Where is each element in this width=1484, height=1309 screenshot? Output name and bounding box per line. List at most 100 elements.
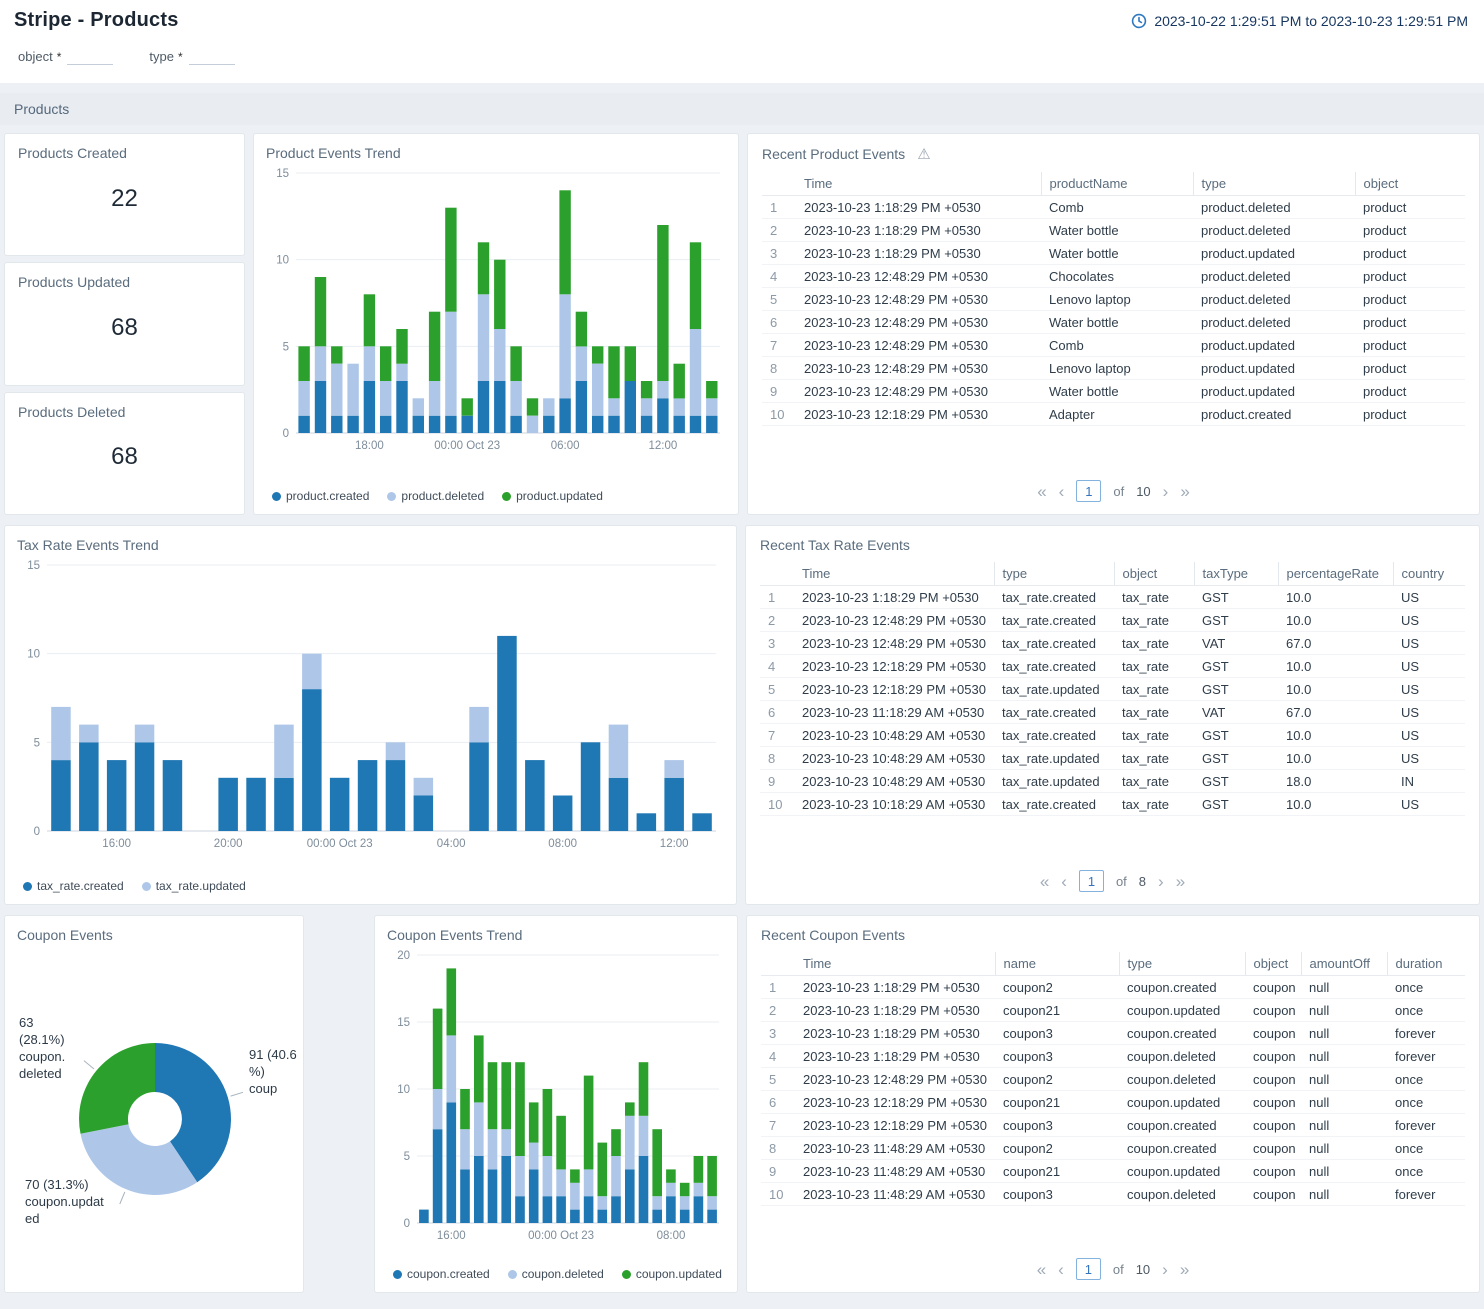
first-page-button[interactable]: « <box>1037 1261 1046 1278</box>
panel-product-events-trend: Product Events Trend 05101518:0000:00 Oc… <box>253 133 739 515</box>
next-page-button[interactable]: › <box>1163 483 1169 500</box>
svg-text:00:00 Oct 23: 00:00 Oct 23 <box>434 440 500 452</box>
column-header[interactable]: amountOff <box>1301 952 1387 976</box>
svg-text:04:00: 04:00 <box>437 838 466 850</box>
table-cell: Water bottle <box>1041 311 1193 334</box>
table-cell: coupon21 <box>995 1091 1119 1114</box>
prev-page-button[interactable]: ‹ <box>1061 873 1067 890</box>
column-header[interactable]: Time <box>794 562 994 586</box>
first-page-button[interactable]: « <box>1037 483 1046 500</box>
tax-rate-events-trend-chart[interactable]: 05101516:0020:0000:00 Oct 2304:0008:0012… <box>17 557 724 877</box>
table-cell: null <box>1301 976 1387 999</box>
legend-item[interactable]: product.updated <box>502 489 603 503</box>
current-page[interactable]: 1 <box>1076 1258 1101 1280</box>
column-header[interactable]: duration <box>1387 952 1465 976</box>
table-cell: US <box>1393 678 1465 701</box>
table-row: 52023-10-23 12:48:29 PM +0530Lenovo lapt… <box>762 288 1465 311</box>
current-page[interactable]: 1 <box>1076 480 1101 502</box>
table-cell: coupon <box>1245 999 1301 1022</box>
filter-type-input[interactable] <box>189 48 235 65</box>
legend-dot-icon <box>142 882 151 891</box>
legend-item[interactable]: tax_rate.updated <box>142 879 246 893</box>
table-cell: US <box>1393 747 1465 770</box>
table-cell: coupon <box>1245 1022 1301 1045</box>
column-header[interactable]: taxType <box>1194 562 1278 586</box>
section-header-products[interactable]: Products <box>0 93 1484 125</box>
pagination: « ‹ 1 of 10 › » <box>762 472 1465 508</box>
table-row: 92023-10-23 10:48:29 AM +0530tax_rate.up… <box>760 770 1465 793</box>
prev-page-button[interactable]: ‹ <box>1058 1261 1064 1278</box>
legend-item[interactable]: coupon.updated <box>622 1267 722 1281</box>
next-page-button[interactable]: › <box>1158 873 1164 890</box>
filter-object-input[interactable] <box>67 48 113 65</box>
coupon-events-trend-chart[interactable]: 0510152016:0000:00 Oct 2308:00 <box>387 947 725 1265</box>
product-events-trend-chart[interactable]: 05101518:0000:00 Oct 2306:0012:00 <box>266 165 726 487</box>
table-row: 82023-10-23 11:48:29 AM +0530coupon2coup… <box>761 1137 1465 1160</box>
panel-title: Recent Coupon Events <box>761 927 905 943</box>
svg-text:16:00: 16:00 <box>102 838 131 850</box>
table-cell: 2023-10-23 12:48:29 PM +0530 <box>794 609 994 632</box>
last-page-button[interactable]: » <box>1180 1261 1189 1278</box>
table-cell: product <box>1355 219 1465 242</box>
table-cell: 10.0 <box>1278 678 1393 701</box>
first-page-button[interactable]: « <box>1040 873 1049 890</box>
legend-item[interactable]: product.deleted <box>387 489 484 503</box>
table-cell: 2023-10-23 12:48:29 PM +0530 <box>796 288 1041 311</box>
grid-spacer <box>312 915 366 1293</box>
table-row: 62023-10-23 12:18:29 PM +0530coupon21cou… <box>761 1091 1465 1114</box>
column-header[interactable]: type <box>1119 952 1245 976</box>
table-row: 62023-10-23 11:18:29 AM +0530tax_rate.cr… <box>760 701 1465 724</box>
stat-card-products-updated: Products Updated 68 <box>4 262 245 385</box>
column-header[interactable]: Time <box>796 172 1041 196</box>
column-header[interactable]: percentageRate <box>1278 562 1393 586</box>
legend-item[interactable]: coupon.deleted <box>508 1267 604 1281</box>
table-cell: product <box>1355 265 1465 288</box>
column-header[interactable]: type <box>1193 172 1355 196</box>
column-header[interactable]: productName <box>1041 172 1193 196</box>
app-header: Stripe - Products 2023-10-22 1:29:51 PM … <box>0 0 1484 83</box>
legend-dot-icon <box>272 492 281 501</box>
column-header[interactable]: name <box>995 952 1119 976</box>
last-page-button[interactable]: » <box>1176 873 1185 890</box>
table-cell: US <box>1393 724 1465 747</box>
table-cell: Lenovo laptop <box>1041 357 1193 380</box>
svg-text:0: 0 <box>283 428 289 440</box>
table-cell: coupon3 <box>995 1022 1119 1045</box>
table-cell: forever <box>1387 1022 1465 1045</box>
svg-text:00:00 Oct 23: 00:00 Oct 23 <box>307 838 373 850</box>
table-cell: forever <box>1387 1183 1465 1206</box>
prev-page-button[interactable]: ‹ <box>1059 483 1065 500</box>
pagination: « ‹ 1 of 10 › » <box>761 1250 1465 1286</box>
column-header[interactable]: Time <box>795 952 995 976</box>
total-pages: 8 <box>1139 874 1146 889</box>
table-row: 12023-10-23 1:18:29 PM +0530coupon2coupo… <box>761 976 1465 999</box>
table-cell: once <box>1387 976 1465 999</box>
table-row: 22023-10-23 1:18:29 PM +0530coupon21coup… <box>761 999 1465 1022</box>
column-header[interactable]: country <box>1393 562 1465 586</box>
current-page[interactable]: 1 <box>1079 870 1104 892</box>
row-index: 3 <box>761 1022 795 1045</box>
warning-icon[interactable]: ⚠ <box>917 145 930 163</box>
table-cell: coupon.deleted <box>1119 1068 1245 1091</box>
column-header[interactable]: object <box>1114 562 1194 586</box>
time-range-picker[interactable]: 2023-10-22 1:29:51 PM to 2023-10-23 1:29… <box>1131 13 1468 29</box>
legend-item[interactable]: product.created <box>272 489 369 503</box>
table-row: 102023-10-23 12:18:29 PM +0530Adapterpro… <box>762 403 1465 426</box>
legend-item[interactable]: tax_rate.created <box>23 879 124 893</box>
row-index: 10 <box>762 403 796 426</box>
table-cell: 2023-10-23 10:48:29 AM +0530 <box>794 747 994 770</box>
table-cell: 10.0 <box>1278 724 1393 747</box>
table-cell: Water bottle <box>1041 380 1193 403</box>
table-cell: product <box>1355 311 1465 334</box>
table-row: 42023-10-23 1:18:29 PM +0530coupon3coupo… <box>761 1045 1465 1068</box>
column-header[interactable]: object <box>1355 172 1465 196</box>
svg-text:0: 0 <box>34 826 40 838</box>
legend-item[interactable]: coupon.created <box>393 1267 490 1281</box>
next-page-button[interactable]: › <box>1162 1261 1168 1278</box>
column-header[interactable]: object <box>1245 952 1301 976</box>
table-cell: 2023-10-23 12:18:29 PM +0530 <box>796 403 1041 426</box>
last-page-button[interactable]: » <box>1180 483 1189 500</box>
total-pages: 10 <box>1136 484 1150 499</box>
column-header[interactable]: type <box>994 562 1114 586</box>
panel-title: Product Events Trend <box>266 145 726 161</box>
